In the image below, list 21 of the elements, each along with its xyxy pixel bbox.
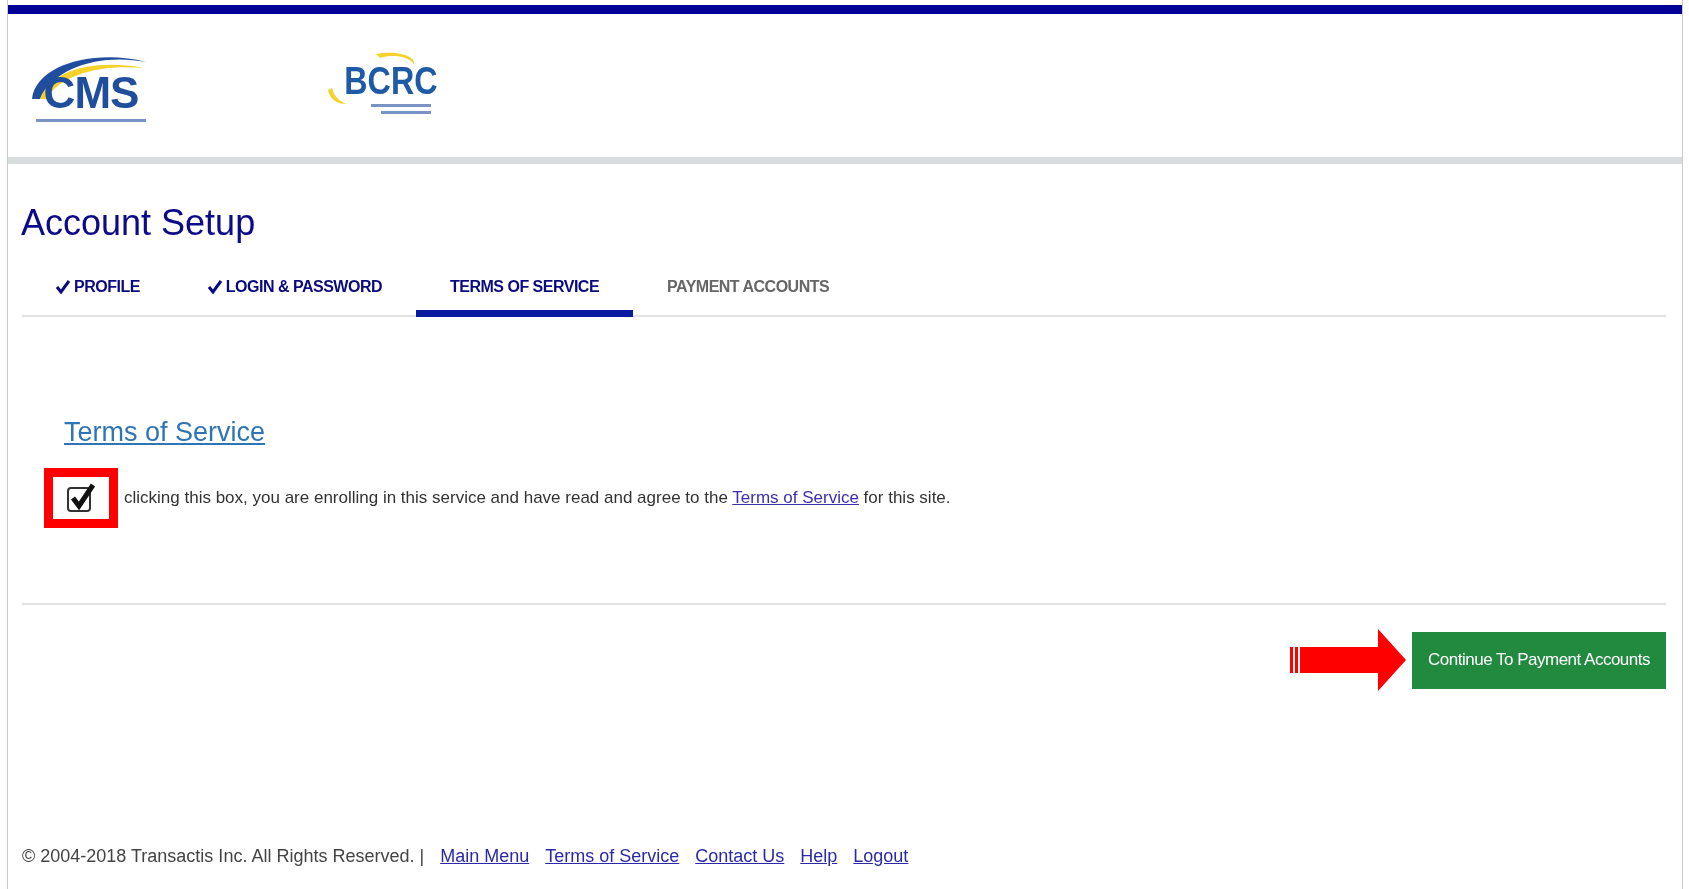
continue-button[interactable]: Continue To Payment Accounts <box>1412 631 1666 689</box>
check-icon <box>207 280 222 294</box>
step-tab[interactable]: LOGIN & PASSWORD <box>173 264 416 317</box>
bcrc-logo: BCRC <box>326 50 456 121</box>
step-tab[interactable]: TERMS OF SERVICE <box>416 264 634 317</box>
step-tab[interactable]: PAYMENT ACCOUNTS <box>633 264 864 317</box>
terms-heading-link[interactable]: Terms of Service <box>64 417 266 447</box>
footer-link[interactable]: Terms of Service <box>545 846 680 867</box>
footer-link[interactable]: Contact Us <box>695 846 785 867</box>
step-tab[interactable]: PROFILE <box>22 264 174 317</box>
checkbox[interactable] <box>66 483 96 513</box>
copyright-text: © 2004-2018 Transactis Inc. All Rights Reserved. | <box>22 846 425 867</box>
footer-link[interactable]: Main Menu <box>440 846 530 867</box>
page-title: Account Setup <box>21 202 257 244</box>
footer-link[interactable]: Help <box>800 846 838 867</box>
cms-logo: CMS <box>26 43 156 128</box>
check-icon <box>56 280 70 294</box>
agreement-text: clicking this box, you are enrolling in this service and have read and agree to the Terms of Service for this site. <box>124 488 951 508</box>
terms-link[interactable]: Terms of Service <box>732 488 859 507</box>
footer-link[interactable]: Logout <box>853 846 909 867</box>
arrow-icon <box>1290 629 1407 691</box>
